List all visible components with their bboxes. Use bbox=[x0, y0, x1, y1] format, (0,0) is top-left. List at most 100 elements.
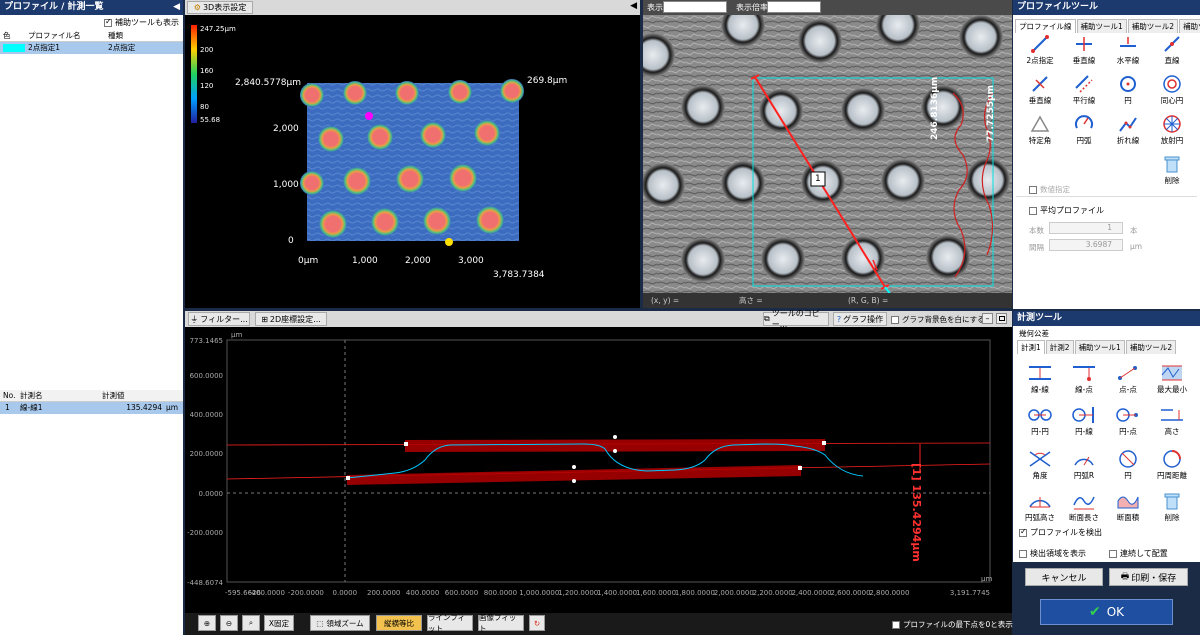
tool-circle[interactable]: 円 bbox=[1107, 72, 1149, 110]
tool-specific-angle[interactable]: 特定角 bbox=[1019, 112, 1061, 150]
tool-horizontal-line[interactable]: 水平線 bbox=[1107, 32, 1149, 70]
tool-height[interactable]: 高さ bbox=[1151, 403, 1193, 441]
print-save-button[interactable]: 🖶 印刷・保存 bbox=[1109, 568, 1188, 586]
tool-section-area[interactable]: 断面積 bbox=[1107, 489, 1149, 527]
avg-profile-checkbox[interactable] bbox=[1029, 206, 1037, 215]
copy-tool-button[interactable]: ⧉ ツールのコピー... bbox=[763, 309, 829, 329]
x-fix-button[interactable]: X固定 bbox=[264, 615, 294, 631]
show-aux-row[interactable]: 補助ツールも表示 bbox=[0, 15, 183, 30]
image-fit-button[interactable]: 画像フィット bbox=[478, 613, 524, 633]
show-region-row[interactable]: 検出領域を表示 bbox=[1019, 548, 1086, 559]
profile-end-marker[interactable] bbox=[445, 238, 453, 246]
line-fit-button[interactable]: ラインフィット bbox=[427, 613, 473, 633]
tab-aux-3[interactable]: 補助ツール3 bbox=[1179, 19, 1200, 33]
detect-profile-label: プロファイルを検出 bbox=[1030, 528, 1102, 537]
tool-point-point-label: 点-点 bbox=[1119, 385, 1137, 394]
continuous-checkbox[interactable] bbox=[1109, 549, 1117, 558]
tool-circumference[interactable]: 円周距離 bbox=[1151, 447, 1193, 485]
tool-circle-line-label: 円-線 bbox=[1075, 427, 1093, 436]
tool-max-min[interactable]: 最大最小 bbox=[1151, 361, 1193, 399]
tool-polyline[interactable]: 折れ線 bbox=[1107, 112, 1149, 150]
tool-arc-radius[interactable]: 円弧R bbox=[1063, 447, 1105, 485]
tool-two-point[interactable]: 2点指定 bbox=[1019, 32, 1061, 70]
show-aux-checkbox[interactable] bbox=[104, 17, 112, 27]
show-region-checkbox[interactable] bbox=[1019, 549, 1027, 558]
detect-profile-checkbox[interactable] bbox=[1019, 527, 1027, 537]
tool-straight-line[interactable]: 直線 bbox=[1151, 32, 1193, 70]
value-spec-row[interactable]: 数値指定 bbox=[1029, 184, 1070, 195]
tool-delete[interactable]: 削除 bbox=[1151, 152, 1193, 190]
tool-arc-height[interactable]: 円弧高さ bbox=[1019, 489, 1061, 527]
minimize-icon[interactable]: – bbox=[982, 313, 993, 324]
view-3d[interactable]: ⚙3D表示設定 ◀ 247.25μm 200 160 120 80 55.68 bbox=[185, 0, 640, 308]
tab-measure-aux-2[interactable]: 補助ツール2 bbox=[1125, 340, 1177, 354]
tool-angle[interactable]: 角度 bbox=[1019, 447, 1061, 485]
x-tick-label: 600.0000 bbox=[445, 589, 478, 597]
avg-profile-row[interactable]: 平均プロファイル bbox=[1029, 205, 1104, 216]
ok-button[interactable]: ✔ OK bbox=[1040, 599, 1173, 625]
tool-concentric[interactable]: 同心円 bbox=[1151, 72, 1193, 110]
tool-circle-circle[interactable]: 円-円 bbox=[1019, 403, 1061, 441]
display-select[interactable]: テクスチャ ▾ bbox=[663, 1, 727, 13]
continuous-row[interactable]: 連続して配置 bbox=[1109, 548, 1168, 559]
value-spec-checkbox[interactable] bbox=[1029, 186, 1037, 194]
zoom-reset-icon[interactable]: ⌕ bbox=[242, 615, 260, 631]
bg-white-row[interactable]: グラフ背景色を白にする bbox=[891, 314, 985, 325]
zoom-select[interactable]: 自動 ▾ bbox=[767, 1, 821, 13]
tab-aux-1[interactable]: 補助ツール1 bbox=[1076, 19, 1127, 33]
x-tick-0: 0μm bbox=[298, 256, 319, 266]
tool-line-line[interactable]: 線-線 bbox=[1019, 361, 1061, 399]
tab-profile-line[interactable]: プロファイル線 bbox=[1015, 19, 1076, 33]
tool-circle-line[interactable]: 円-線 bbox=[1063, 403, 1105, 441]
tool-radial-circle[interactable]: 放射円 bbox=[1151, 112, 1193, 150]
coord-settings-button[interactable]: ⊞ 2D座標設定... bbox=[255, 312, 327, 326]
profile-start-marker[interactable] bbox=[365, 112, 373, 120]
zoom-out-icon[interactable]: ⊖ bbox=[220, 615, 238, 631]
printer-icon: 🖶 bbox=[1120, 572, 1130, 582]
profile-graph[interactable]: 773.1465 μm 600.0000 400.0000 200.0000 0… bbox=[185, 327, 1012, 615]
aspect-button[interactable]: 縦横等比 bbox=[376, 615, 422, 631]
x-tick-label: 0.0000 bbox=[333, 589, 358, 597]
display-value: テクスチャ bbox=[666, 2, 704, 12]
tab-aux-2[interactable]: 補助ツール2 bbox=[1127, 19, 1179, 33]
tool-parallel-line[interactable]: 平行線 bbox=[1063, 72, 1105, 110]
tool-circle-measure[interactable]: 円 bbox=[1107, 447, 1149, 485]
tool-arc[interactable]: 円弧 bbox=[1063, 112, 1105, 150]
tab-measure-1[interactable]: 計測1 bbox=[1017, 340, 1045, 354]
tool-perp-line[interactable]: 垂直線 bbox=[1063, 32, 1105, 70]
tool-section-length[interactable]: 断面長さ bbox=[1063, 489, 1105, 527]
filter-button[interactable]: ⏚ フィルター... bbox=[188, 312, 250, 326]
tool-line-point[interactable]: 線-点 bbox=[1063, 361, 1105, 399]
3d-settings-button[interactable]: ⚙ 3D表示設定 bbox=[187, 1, 253, 14]
count-unit: 本 bbox=[1130, 226, 1138, 235]
tool-measure-delete[interactable]: 削除 bbox=[1151, 489, 1193, 527]
view-2d[interactable]: 表示 テクスチャ ▾ 表示倍率 自動 ▾ 1 246.8136μm 77.7255μ… bbox=[643, 0, 1012, 308]
collapse-3d-icon[interactable]: ◀ bbox=[630, 1, 637, 11]
tab-measure-2[interactable]: 計測2 bbox=[1045, 340, 1074, 354]
graph-operation-button[interactable]: ? グラフ操作 bbox=[833, 312, 887, 326]
print-save-label: 印刷・保存 bbox=[1131, 573, 1177, 584]
maximize-icon[interactable] bbox=[996, 313, 1007, 324]
refresh-icon[interactable]: ↻ bbox=[529, 615, 545, 631]
count-input[interactable]: 1 bbox=[1049, 222, 1123, 234]
tab-measure-aux-1[interactable]: 補助ツール1 bbox=[1074, 340, 1125, 354]
table-row[interactable]: 1 線-線1 135.4294 μm bbox=[0, 402, 183, 414]
detect-profile-row[interactable]: プロファイルを検出 bbox=[1019, 527, 1102, 538]
bg-white-checkbox[interactable] bbox=[891, 316, 899, 324]
area-zoom-button[interactable]: ⬚ 領域ズーム bbox=[310, 615, 370, 631]
chevron-down-icon: ▾ bbox=[720, 2, 724, 12]
x-tick-label: 200.0000 bbox=[367, 589, 400, 597]
table-row[interactable]: 2点指定1 2点指定 bbox=[0, 42, 183, 54]
show-bottom-checkbox[interactable] bbox=[892, 621, 900, 629]
tool-vertical-line[interactable]: 垂直線 bbox=[1019, 72, 1061, 110]
tool-point-point[interactable]: 点-点 bbox=[1107, 361, 1149, 399]
measure-value-label: [1] 135.4294μm bbox=[910, 463, 923, 562]
tool-circle-point[interactable]: 円-点 bbox=[1107, 403, 1149, 441]
collapse-left-icon[interactable]: ◀ bbox=[173, 0, 180, 15]
colorbar-120: 120 bbox=[200, 82, 214, 90]
zoom-in-icon[interactable]: ⊕ bbox=[198, 615, 216, 631]
show-bottom-row[interactable]: プロファイルの最下点を0と表示する bbox=[892, 619, 1028, 630]
interval-input[interactable]: 3.6987 bbox=[1049, 239, 1123, 251]
cancel-button[interactable]: キャンセル bbox=[1025, 568, 1103, 586]
interval-value: 3.6987 bbox=[1085, 240, 1112, 249]
